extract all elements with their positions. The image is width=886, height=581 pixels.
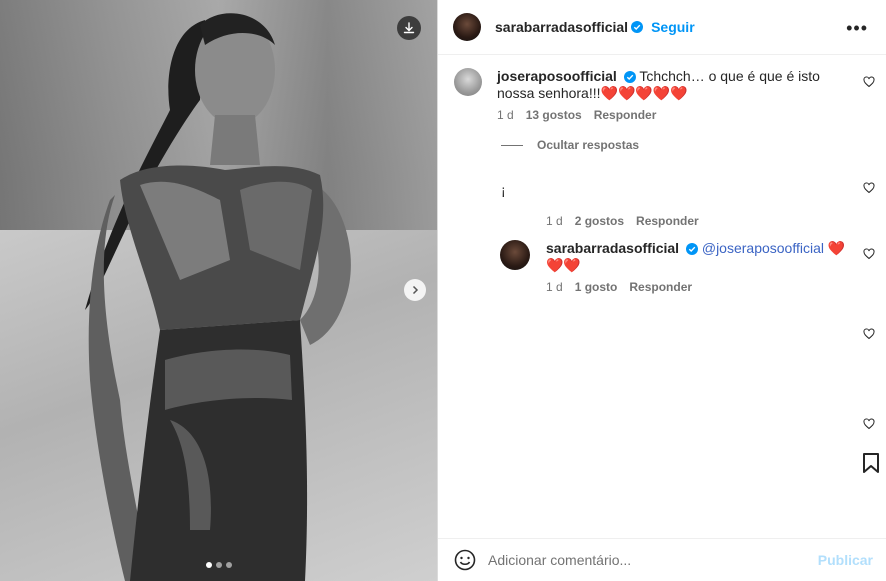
divider-line [501,144,523,146]
post-media[interactable] [0,0,437,581]
mention-link[interactable]: @joseraposoofficial [702,240,824,256]
verified-badge-icon [623,71,636,83]
commenter-avatar[interactable] [454,68,482,96]
reply-time: 1 d [546,214,563,228]
verified-badge-icon [631,21,644,33]
reply-likes[interactable]: 1 gosto [575,280,618,294]
chevron-right-icon [412,285,419,295]
publish-button[interactable]: Publicar [818,552,873,568]
comment-meta: 1 d 13 gostos Responder [497,108,656,122]
like-heart-icon[interactable] [863,76,875,88]
download-icon [403,22,415,34]
emoji-icon[interactable] [454,549,476,571]
carousel-dot [226,562,232,568]
replier-username[interactable]: sarabarradasofficial [546,240,679,256]
like-heart-icon[interactable] [863,418,875,430]
commenter-username[interactable]: joseraposoofficial [497,68,617,84]
reply-likes[interactable]: 2 gostos [575,214,624,228]
carousel-dot [216,562,222,568]
reply-text: ¡ [501,182,506,198]
carousel-dot [206,562,212,568]
author-avatar[interactable] [453,13,481,41]
author-username[interactable]: sarabarradasofficial [495,19,628,35]
carousel-dots [206,562,232,568]
post-header: sarabarradasofficial Seguir ••• [438,0,886,55]
hide-replies-label: Ocultar respostas [537,138,640,152]
like-heart-icon[interactable] [863,328,875,340]
next-slide-button[interactable] [404,279,426,301]
post-panel: sarabarradasofficial Seguir ••• joserapo… [437,0,886,581]
comment-likes[interactable]: 13 gostos [526,108,582,122]
comments-list: joseraposoofficial Tchchch… o que é que … [438,56,886,538]
reply-time: 1 d [546,280,563,294]
comment-composer: Adicionar comentário... Publicar [438,538,886,581]
reply-button[interactable]: Responder [636,214,699,228]
verified-badge-icon [685,243,698,255]
download-button[interactable] [397,16,421,40]
reply-button[interactable]: Responder [594,108,657,122]
follow-button[interactable]: Seguir [651,19,695,35]
more-options-icon[interactable]: ••• [846,18,868,39]
photo-woman-in-metallic-dress [85,13,351,581]
comment-emoji: ❤️❤️❤️❤️❤️ [600,85,688,101]
bookmark-icon[interactable] [862,453,880,473]
replier-avatar[interactable] [500,240,530,270]
comment-time: 1 d [497,108,514,122]
reply-button[interactable]: Responder [629,280,692,294]
like-heart-icon[interactable] [863,182,875,194]
comment-input[interactable]: Adicionar comentário... [488,552,818,568]
reply-meta: 1 d 2 gostos Responder [546,214,699,228]
like-heart-icon[interactable] [863,248,875,260]
hide-replies-button[interactable]: Ocultar respostas [501,138,639,152]
reply-meta: 1 d 1 gosto Responder [546,280,692,294]
